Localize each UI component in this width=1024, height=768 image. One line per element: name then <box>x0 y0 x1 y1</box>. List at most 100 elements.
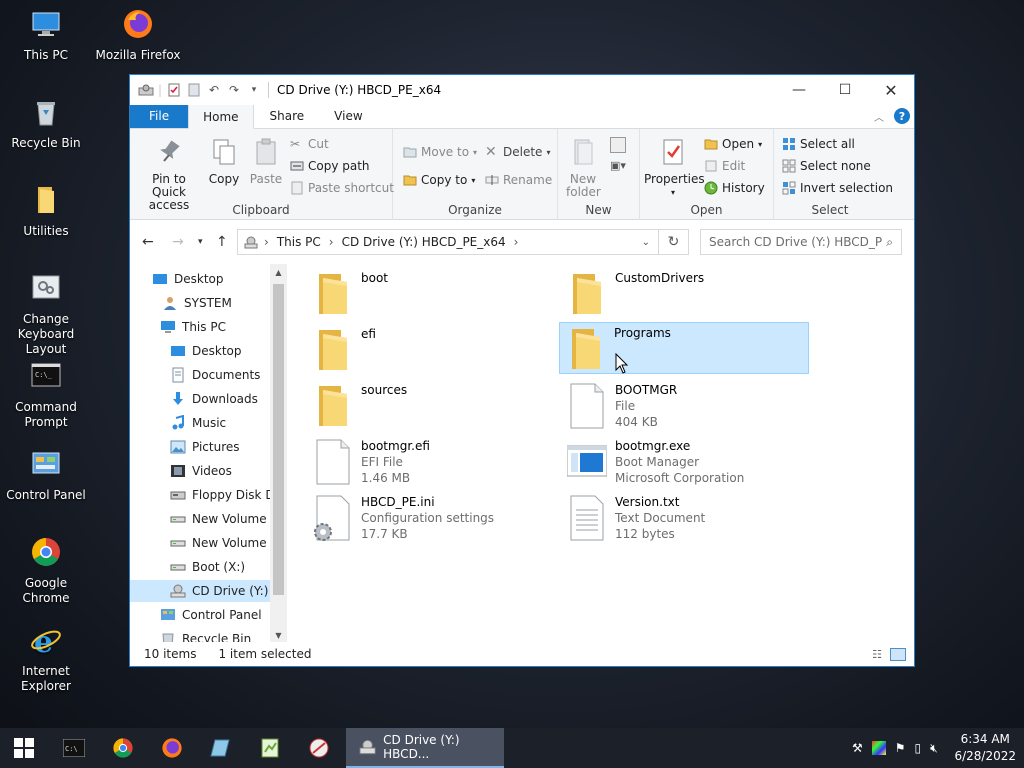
select-all-button[interactable]: Select all <box>782 137 855 151</box>
file-item-hbcd-pe-ini[interactable]: HBCD_PE.ini Configuration settings 17.7 KB <box>307 492 557 546</box>
easy-access-icon[interactable]: ▣▾ <box>610 159 626 172</box>
tab-home[interactable]: Home <box>188 104 254 129</box>
file-item-bootmgr-exe[interactable]: bootmgr.exe Boot Manager Microsoft Corpora… <box>561 436 811 490</box>
nav-item-desktop[interactable]: Desktop <box>130 268 270 290</box>
large-icons-view-icon[interactable] <box>890 647 906 661</box>
nav-item-new-volume-d[interactable]: New Volume (D <box>130 532 270 554</box>
nav-item-pictures[interactable]: Pictures <box>130 436 270 458</box>
scroll-up-arrow-icon[interactable]: ▲ <box>270 264 287 281</box>
file-item-efi[interactable]: efi <box>307 324 557 378</box>
desktop-icon-this-pc[interactable]: This PC <box>0 8 92 63</box>
flag-icon[interactable]: ⚑ <box>895 741 906 755</box>
chevron-down-icon[interactable]: ▾ <box>246 82 262 98</box>
close-button[interactable]: ✕ <box>868 75 914 105</box>
nav-item-system[interactable]: SYSTEM <box>130 292 270 314</box>
rename-button[interactable]: Rename <box>485 173 552 187</box>
new-folder-button[interactable]: New folder <box>562 137 604 199</box>
maximize-button[interactable]: ☐ <box>822 75 868 105</box>
file-item-boot[interactable]: boot <box>307 268 557 322</box>
recent-locations-icon[interactable]: ▾ <box>198 237 203 247</box>
open-button[interactable]: Open ▾ <box>704 137 762 151</box>
up-arrow-icon[interactable]: ↑ <box>216 234 228 250</box>
undo-icon[interactable]: ↶ <box>206 82 222 98</box>
nav-item-downloads[interactable]: Downloads <box>130 388 270 410</box>
desktop-icon-utilities[interactable]: Utilities <box>0 184 92 239</box>
nav-item-boot-x[interactable]: Boot (X:) <box>130 556 270 578</box>
nav-item-this-pc[interactable]: This PC <box>130 316 270 338</box>
taskbar-chrome[interactable] <box>99 728 147 768</box>
properties-quick-icon[interactable] <box>166 82 182 98</box>
breadcrumb-this-pc[interactable]: This PC <box>277 235 321 249</box>
taskbar-app-notepad[interactable] <box>246 728 294 768</box>
scroll-thumb[interactable] <box>273 284 284 595</box>
nav-item-floppy-disk-dri[interactable]: Floppy Disk Dri <box>130 484 270 506</box>
desktop-label: Change Keyboard Layout <box>17 312 75 356</box>
collapse-ribbon-icon[interactable]: ︿ <box>874 104 884 128</box>
delete-button[interactable]: ✕ Delete ▾ <box>485 145 550 159</box>
move-to-button[interactable]: Move to ▾ <box>403 145 477 159</box>
desktop-icon-keyboard-layout[interactable]: Change Keyboard Layout <box>0 272 92 357</box>
file-item-version-txt[interactable]: Version.txt Text Document 112 bytes <box>561 492 811 546</box>
edit-button[interactable]: Edit <box>704 159 745 173</box>
select-none-button[interactable]: Select none <box>782 159 871 173</box>
color-app-icon[interactable] <box>871 741 886 755</box>
nav-item-videos[interactable]: Videos <box>130 460 270 482</box>
paste-button[interactable]: Paste <box>248 137 284 186</box>
file-item-sources[interactable]: sources <box>307 380 557 434</box>
title-bar[interactable]: | ↶ ↷ ▾ CD Drive (Y:) HBCD_PE_x64 — ☐ ✕ <box>130 75 914 105</box>
paste-shortcut-button[interactable]: Paste shortcut <box>290 181 394 195</box>
minimize-button[interactable]: — <box>776 75 822 105</box>
file-item-customdrivers[interactable]: CustomDrivers <box>561 268 811 322</box>
file-item-programs[interactable]: Programs <box>559 322 809 374</box>
new-folder-quick-icon[interactable] <box>186 82 202 98</box>
nav-item-cd-drive-y-h[interactable]: CD Drive (Y:) H <box>130 580 270 602</box>
nav-scrollbar[interactable]: ▲ ▼ <box>270 264 287 644</box>
cut-button[interactable]: ✂ Cut <box>290 137 329 151</box>
copy-to-button[interactable]: Copy to ▾ <box>403 173 475 187</box>
file-item-bootmgr-efi[interactable]: bootmgr.efi EFI File 1.46 MB <box>307 436 557 490</box>
invert-selection-button[interactable]: Invert selection <box>782 181 893 195</box>
taskbar-app-glass[interactable] <box>197 728 245 768</box>
start-button[interactable] <box>0 728 48 768</box>
volume-muted-icon[interactable]: 🔇︎ <box>930 741 938 756</box>
desktop-icon-command-prompt[interactable]: C:\_ Command Prompt <box>0 360 92 430</box>
taskbar-cmd[interactable]: C:\ <box>50 728 98 768</box>
desktop-icon-chrome[interactable]: Google Chrome <box>0 536 92 606</box>
properties-button[interactable]: Properties ▾ <box>644 137 705 199</box>
desktop-icon-firefox[interactable]: Mozilla Firefox <box>92 8 184 63</box>
history-button[interactable]: History <box>704 181 765 195</box>
new-item-icon[interactable] <box>610 137 626 153</box>
clock[interactable]: 6:34 AM 6/28/2022 <box>954 731 1016 765</box>
desktop-icon-control-panel[interactable]: Control Panel <box>0 448 92 503</box>
copy-path-button[interactable]: Copy path <box>290 159 370 173</box>
back-arrow-icon[interactable]: ← <box>142 234 154 250</box>
file-type: Text Document <box>615 511 706 525</box>
address-dropdown-icon[interactable]: ⌄ <box>642 237 650 248</box>
tab-share[interactable]: Share <box>254 104 321 128</box>
details-view-icon[interactable]: ☷ <box>872 648 882 661</box>
network-icon[interactable]: ⚒ <box>852 741 863 755</box>
desktop-icon-recycle-bin[interactable]: Recycle Bin <box>0 96 92 151</box>
redo-icon[interactable]: ↷ <box>226 82 242 98</box>
nav-item-music[interactable]: Music <box>130 412 270 434</box>
tab-file[interactable]: File <box>130 104 189 128</box>
help-icon[interactable]: ? <box>894 108 910 124</box>
breadcrumb-cd-drive[interactable]: CD Drive (Y:) HBCD_PE_x64 <box>342 235 506 249</box>
taskbar-app-tool[interactable] <box>295 728 343 768</box>
desktop-icon-ie[interactable]: e Internet Explorer <box>0 624 92 694</box>
nav-item-new-volume-c[interactable]: New Volume (C <box>130 508 270 530</box>
file-item-bootmgr[interactable]: BOOTMGR File 404 KB <box>561 380 811 434</box>
address-box[interactable]: › This PC › CD Drive (Y:) HBCD_PE_x64 › … <box>237 229 659 255</box>
nav-item-documents[interactable]: Documents <box>130 364 270 386</box>
refresh-button[interactable]: ↻ <box>659 229 689 255</box>
search-input[interactable]: Search CD Drive (Y:) HBCD_PE... ⌕ <box>700 229 902 255</box>
usb-icon[interactable]: ▯ <box>915 741 922 755</box>
forward-arrow-icon[interactable]: → <box>172 234 184 250</box>
nav-item-desktop[interactable]: Desktop <box>130 340 270 362</box>
tab-view[interactable]: View <box>320 104 376 128</box>
copy-button[interactable]: Copy <box>206 137 242 186</box>
pin-to-quick-access-button[interactable]: Pin to Quick access <box>136 137 202 212</box>
taskbar-explorer-active[interactable]: CD Drive (Y:) HBCD... <box>346 728 504 768</box>
taskbar-firefox[interactable] <box>148 728 196 768</box>
nav-item-control-panel[interactable]: Control Panel <box>130 604 270 626</box>
